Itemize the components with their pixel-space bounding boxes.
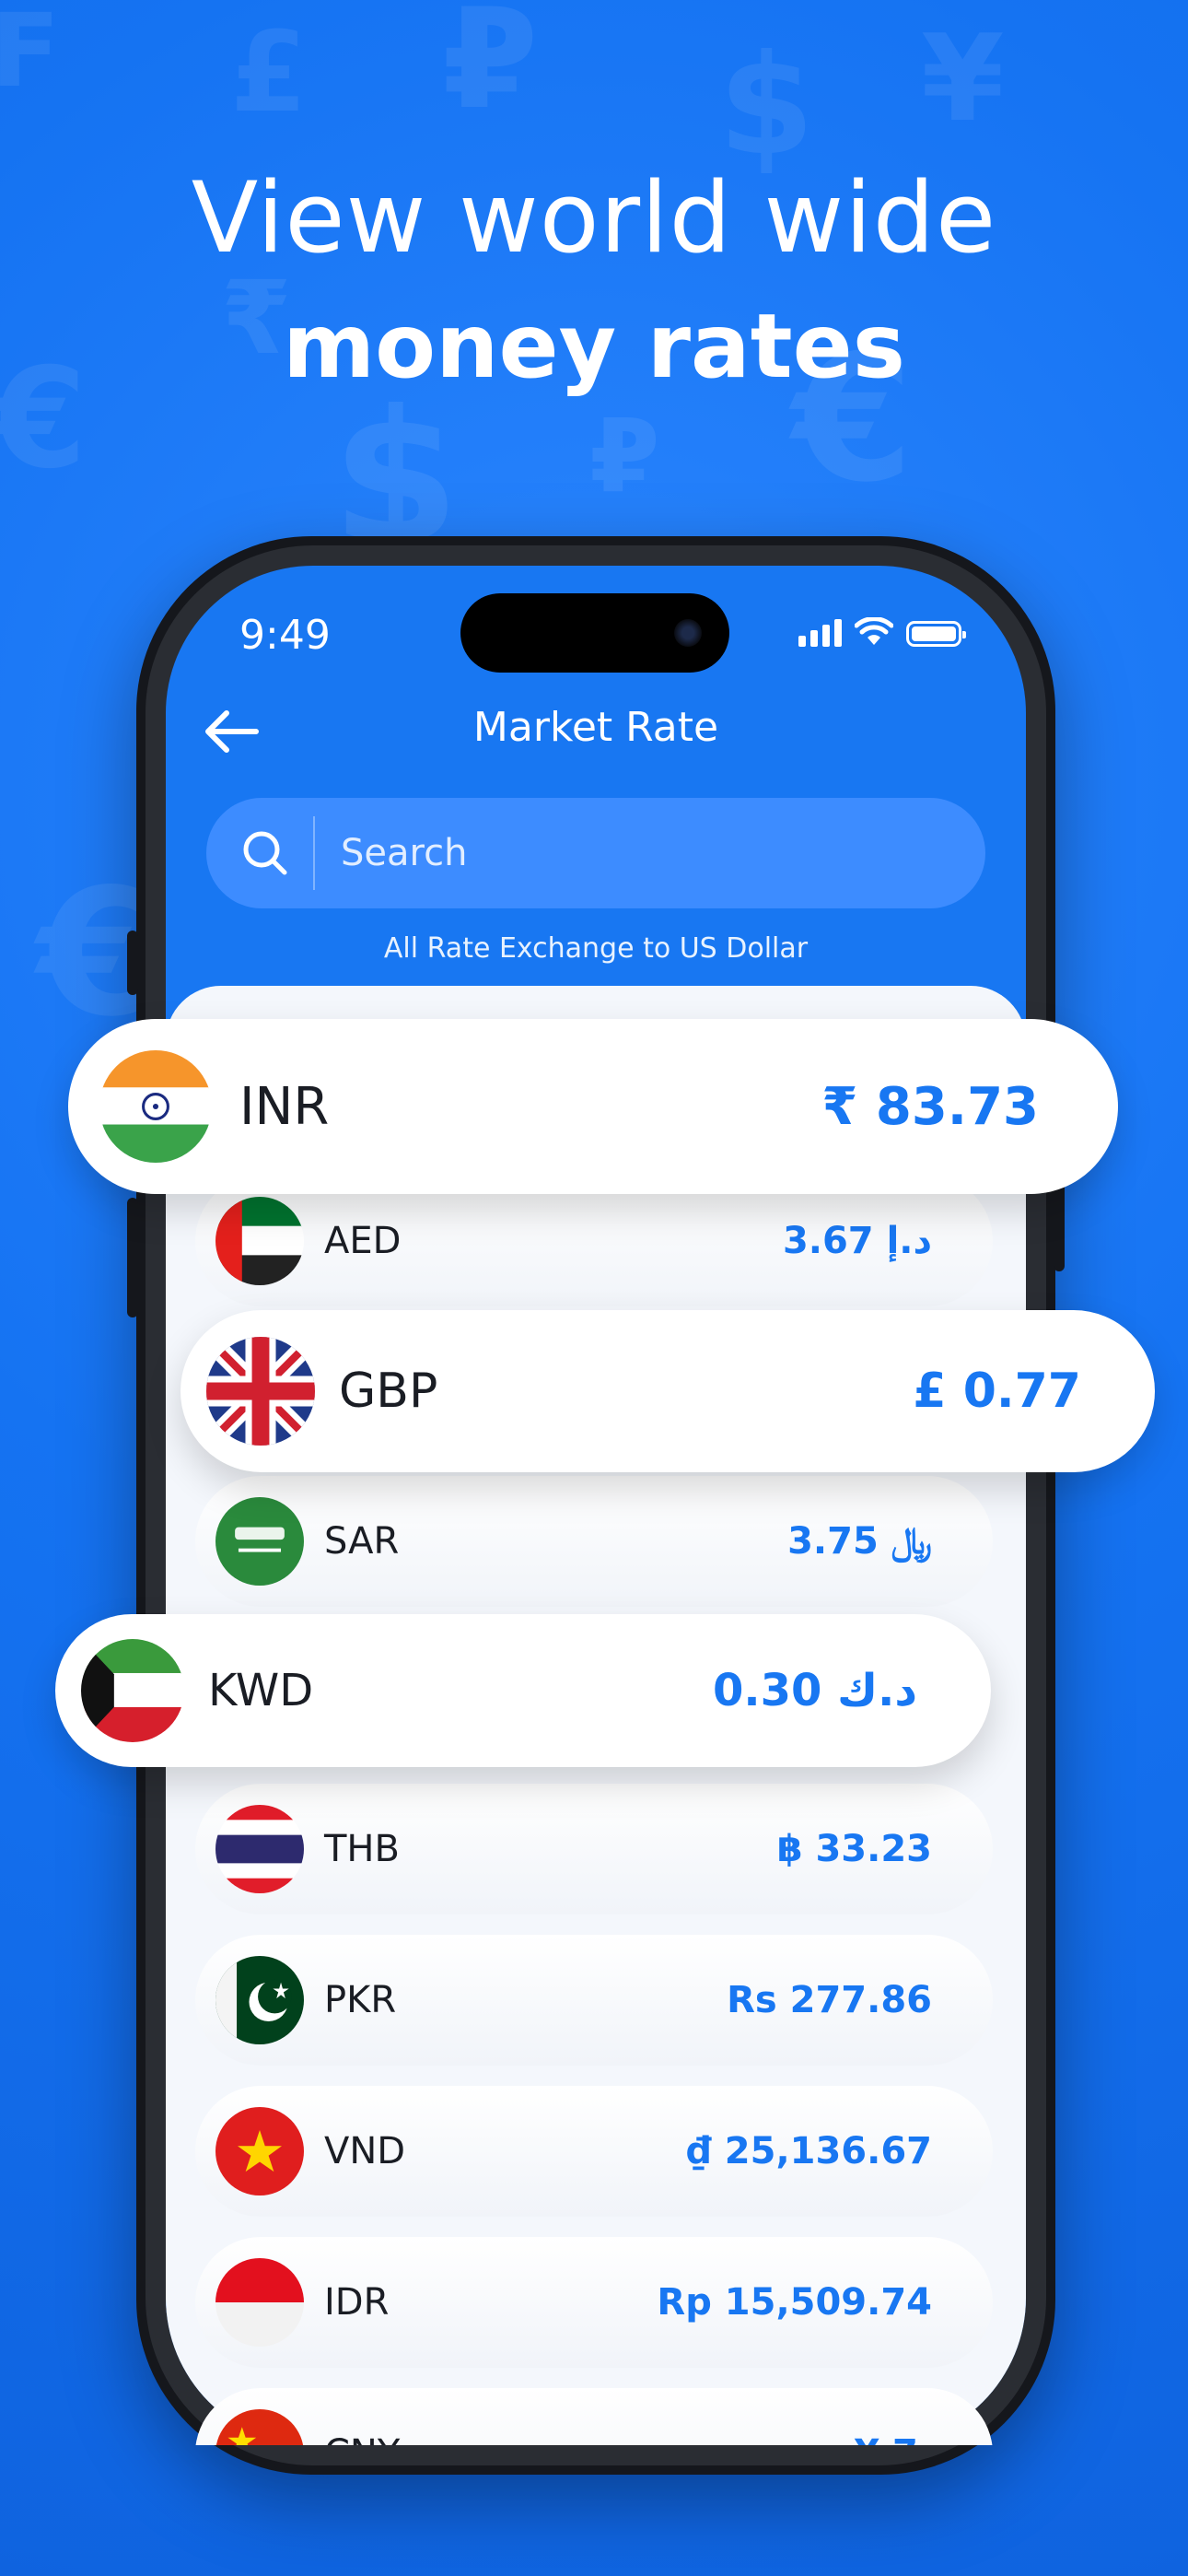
dynamic-island [460, 593, 729, 673]
currency-code: VND [324, 2130, 406, 2172]
list-item[interactable]: THB ฿ 33.23 [195, 1784, 993, 1914]
phone-volume-down [127, 1198, 138, 1317]
kuwait-flag-icon [81, 1639, 184, 1742]
currency-rate: ﷼ 3.75 [787, 1520, 932, 1563]
currency-rate: Rs 277.86 [727, 1979, 932, 2021]
china-flag-icon [215, 2409, 304, 2445]
bg-symbol: F [0, 0, 61, 110]
list-item[interactable]: PKR Rs 277.86 [195, 1935, 993, 2066]
bg-symbol: $ [718, 26, 815, 186]
search-bar[interactable] [206, 798, 985, 908]
pakistan-flag-icon [215, 1956, 304, 2044]
currency-code: KWD [208, 1665, 314, 1716]
headline-line-1: View world wide [191, 161, 997, 275]
featured-row-gbp[interactable]: GBP £ 0.77 [181, 1310, 1155, 1472]
saudi-flag-icon [215, 1497, 304, 1586]
currency-code: IDR [324, 2281, 390, 2324]
camera-icon [674, 619, 702, 647]
currency-rate: ฿ 33.23 [776, 1828, 932, 1870]
currency-code: CNY [324, 2432, 400, 2445]
headline-line-2: money rates [283, 295, 905, 398]
list-item[interactable]: CNY ¥ 7. [195, 2388, 993, 2445]
thailand-flag-icon [215, 1805, 304, 1893]
currency-rate: د.إ 3.67 [782, 1220, 932, 1262]
currency-code: PKR [324, 1979, 397, 2021]
currency-code: INR [239, 1076, 330, 1137]
bg-symbol: ¥ [921, 8, 1005, 148]
signal-icon [798, 619, 842, 647]
wifi-icon [855, 617, 893, 645]
search-input[interactable] [339, 831, 895, 875]
featured-row-kwd[interactable]: KWD د.ك 0.30 [55, 1614, 991, 1767]
search-divider [313, 816, 315, 890]
currency-rate: ₫ 25,136.67 [686, 2130, 932, 2172]
currency-rate: Rp 15,509.74 [657, 2281, 932, 2324]
uk-flag-icon [206, 1337, 315, 1446]
currency-rate: ₹ 83.73 [821, 1076, 1039, 1137]
list-clip: CNY ¥ 7. [166, 2359, 1026, 2445]
currency-rate: ¥ 7. [854, 2432, 932, 2445]
list-item[interactable]: IDR Rp 15,509.74 [195, 2237, 993, 2368]
battery-icon [906, 621, 966, 647]
page-title: Market Rate [472, 704, 719, 751]
status-icons [798, 617, 966, 647]
search-icon [243, 831, 287, 875]
currency-code: SAR [324, 1520, 400, 1563]
status-time: 9:49 [239, 612, 331, 659]
currency-code: AED [324, 1220, 402, 1262]
bg-symbol: £ [230, 9, 308, 137]
currency-rate: £ 0.77 [913, 1364, 1081, 1419]
bg-symbol: ₽ [589, 397, 660, 515]
currency-code: GBP [339, 1364, 438, 1419]
phone-side-button [127, 931, 138, 995]
indonesia-flag-icon [215, 2258, 304, 2347]
uae-flag-icon [215, 1197, 304, 1285]
rates-subtitle: All Rate Exchange to US Dollar [383, 932, 809, 965]
list-item[interactable]: SAR ﷼ 3.75 [195, 1476, 993, 1607]
list-item[interactable]: VND ₫ 25,136.67 [195, 2086, 993, 2217]
featured-row-inr[interactable]: INR ₹ 83.73 [68, 1019, 1118, 1194]
list-item[interactable]: AED د.إ 3.67 [195, 1176, 993, 1306]
currency-rate: د.ك 0.30 [712, 1665, 917, 1716]
india-flag-icon [99, 1050, 212, 1163]
vietnam-flag-icon [215, 2107, 304, 2195]
currency-code: THB [324, 1828, 400, 1870]
bg-symbol: ₽ [442, 0, 539, 140]
